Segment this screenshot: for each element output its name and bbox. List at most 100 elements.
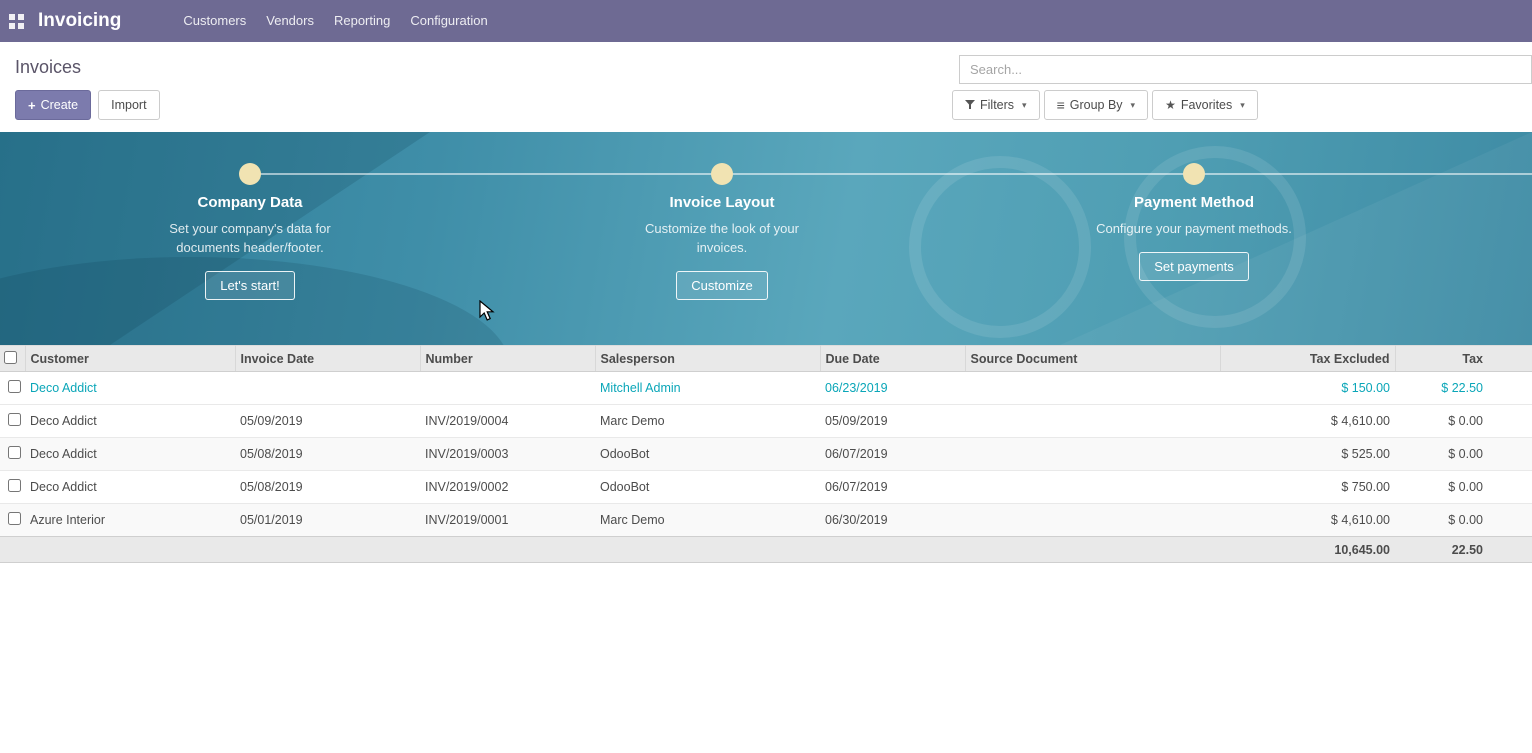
invoice-row[interactable]: Deco Addict 05/09/2019 INV/2019/0004 Mar… bbox=[0, 405, 1532, 438]
cell-source-document bbox=[965, 405, 1220, 438]
cell-customer: Deco Addict bbox=[25, 438, 235, 471]
invoice-row[interactable]: Deco Addict 05/08/2019 INV/2019/0003 Odo… bbox=[0, 438, 1532, 471]
col-tax[interactable]: Tax bbox=[1395, 346, 1532, 372]
totals-row: 10,645.00 22.50 bbox=[0, 537, 1532, 563]
cell-source-document bbox=[965, 438, 1220, 471]
search-input[interactable] bbox=[959, 55, 1532, 84]
customize-button[interactable]: Customize bbox=[676, 271, 767, 300]
app-title[interactable]: Invoicing bbox=[38, 10, 121, 32]
cell-source-document bbox=[965, 504, 1220, 537]
row-checkbox[interactable] bbox=[8, 512, 21, 525]
onboarding-step-invoice-layout: Invoice Layout Customize the look of you… bbox=[562, 194, 882, 300]
step-title: Invoice Layout bbox=[562, 194, 882, 211]
cell-tax-excluded: $ 4,610.00 bbox=[1220, 504, 1395, 537]
chevron-down-icon: ▾ bbox=[1022, 100, 1027, 111]
step3-dot bbox=[1183, 163, 1205, 185]
lets-start-button[interactable]: Let's start! bbox=[205, 271, 295, 300]
list-header-row: Customer Invoice Date Number Salesperson… bbox=[0, 346, 1532, 372]
group-by-button[interactable]: ≡ Group By ▾ bbox=[1044, 90, 1149, 120]
favorites-button-label: Favorites bbox=[1181, 98, 1232, 112]
cell-number: INV/2019/0002 bbox=[420, 471, 595, 504]
cell-tax: $ 22.50 bbox=[1395, 372, 1532, 405]
cell-tax-excluded: $ 4,610.00 bbox=[1220, 405, 1395, 438]
cell-due-date: 06/07/2019 bbox=[820, 438, 965, 471]
row-checkbox[interactable] bbox=[8, 413, 21, 426]
col-customer[interactable]: Customer bbox=[25, 346, 235, 372]
cell-source-document bbox=[965, 471, 1220, 504]
row-checkbox[interactable] bbox=[8, 479, 21, 492]
cell-number: INV/2019/0004 bbox=[420, 405, 595, 438]
col-invoice-date[interactable]: Invoice Date bbox=[235, 346, 420, 372]
menu-customers[interactable]: Customers bbox=[173, 0, 256, 42]
filters-button[interactable]: Filters ▾ bbox=[952, 90, 1040, 120]
step-title: Company Data bbox=[90, 194, 410, 211]
cell-number: INV/2019/0003 bbox=[420, 438, 595, 471]
step2-dot bbox=[711, 163, 733, 185]
step-description: Customize the look of your invoices. bbox=[622, 219, 822, 257]
plus-icon: + bbox=[28, 98, 36, 113]
row-checkbox[interactable] bbox=[8, 380, 21, 393]
create-button[interactable]: + Create bbox=[15, 90, 91, 120]
col-number[interactable]: Number bbox=[420, 346, 595, 372]
cell-salesperson: OdooBot bbox=[595, 471, 820, 504]
cell-source-document bbox=[965, 372, 1220, 405]
onboarding-progress-line bbox=[250, 173, 1532, 175]
step-description: Configure your payment methods. bbox=[1094, 219, 1294, 238]
cell-due-date: 05/09/2019 bbox=[820, 405, 965, 438]
chevron-down-icon: ▾ bbox=[1240, 100, 1245, 111]
set-payments-button[interactable]: Set payments bbox=[1139, 252, 1249, 281]
cell-number bbox=[420, 372, 595, 405]
cell-customer: Deco Addict bbox=[25, 405, 235, 438]
top-navbar: Invoicing Customers Vendors Reporting Co… bbox=[0, 0, 1532, 42]
invoice-row[interactable]: Deco Addict Mitchell Admin 06/23/2019 $ … bbox=[0, 372, 1532, 405]
total-tax: 22.50 bbox=[1395, 537, 1532, 563]
cell-customer: Deco Addict bbox=[25, 471, 235, 504]
col-due-date[interactable]: Due Date bbox=[820, 346, 965, 372]
cell-invoice-date: 05/09/2019 bbox=[235, 405, 420, 438]
col-tax-excluded[interactable]: Tax Excluded bbox=[1220, 346, 1395, 372]
cell-salesperson: OdooBot bbox=[595, 438, 820, 471]
col-salesperson[interactable]: Salesperson bbox=[595, 346, 820, 372]
cell-due-date: 06/30/2019 bbox=[820, 504, 965, 537]
group-by-button-label: Group By bbox=[1070, 98, 1123, 112]
star-icon: ★ bbox=[1165, 98, 1176, 112]
row-checkbox[interactable] bbox=[8, 446, 21, 459]
create-button-label: Create bbox=[41, 98, 79, 112]
col-source-document[interactable]: Source Document bbox=[965, 346, 1220, 372]
filters-button-label: Filters bbox=[980, 98, 1014, 112]
cell-tax: $ 0.00 bbox=[1395, 471, 1532, 504]
chevron-down-icon: ▾ bbox=[1131, 100, 1136, 111]
menu-vendors[interactable]: Vendors bbox=[256, 0, 324, 42]
favorites-button[interactable]: ★ Favorites ▾ bbox=[1152, 90, 1258, 120]
cell-customer: Azure Interior bbox=[25, 504, 235, 537]
group-by-icon: ≡ bbox=[1057, 97, 1065, 113]
menu-configuration[interactable]: Configuration bbox=[400, 0, 497, 42]
onboarding-step-payment-method: Payment Method Configure your payment me… bbox=[1034, 194, 1354, 281]
cell-due-date: 06/23/2019 bbox=[820, 372, 965, 405]
cell-invoice-date: 05/01/2019 bbox=[235, 504, 420, 537]
invoice-row[interactable]: Azure Interior 05/01/2019 INV/2019/0001 … bbox=[0, 504, 1532, 537]
onboarding-step-company-data: Company Data Set your company's data for… bbox=[90, 194, 410, 300]
menu-reporting[interactable]: Reporting bbox=[324, 0, 400, 42]
filter-funnel-icon bbox=[965, 100, 975, 110]
cell-tax: $ 0.00 bbox=[1395, 405, 1532, 438]
cell-salesperson: Marc Demo bbox=[595, 405, 820, 438]
page-title: Invoices bbox=[15, 57, 81, 78]
cell-tax-excluded: $ 150.00 bbox=[1220, 372, 1395, 405]
invoice-row[interactable]: Deco Addict 05/08/2019 INV/2019/0002 Odo… bbox=[0, 471, 1532, 504]
invoice-list: Customer Invoice Date Number Salesperson… bbox=[0, 345, 1532, 563]
cell-salesperson: Mitchell Admin bbox=[595, 372, 820, 405]
apps-grid-icon[interactable] bbox=[9, 14, 24, 29]
import-button[interactable]: Import bbox=[98, 90, 159, 120]
onboarding-banner: Company Data Set your company's data for… bbox=[0, 132, 1532, 345]
cell-tax-excluded: $ 525.00 bbox=[1220, 438, 1395, 471]
cell-due-date: 06/07/2019 bbox=[820, 471, 965, 504]
main-menu: Customers Vendors Reporting Configuratio… bbox=[173, 0, 497, 42]
step-description: Set your company's data for documents he… bbox=[150, 219, 350, 257]
select-all-checkbox[interactable] bbox=[4, 351, 17, 364]
cell-tax: $ 0.00 bbox=[1395, 504, 1532, 537]
cell-salesperson: Marc Demo bbox=[595, 504, 820, 537]
total-tax-excluded: 10,645.00 bbox=[1220, 537, 1395, 563]
cell-invoice-date: 05/08/2019 bbox=[235, 471, 420, 504]
step-title: Payment Method bbox=[1034, 194, 1354, 211]
